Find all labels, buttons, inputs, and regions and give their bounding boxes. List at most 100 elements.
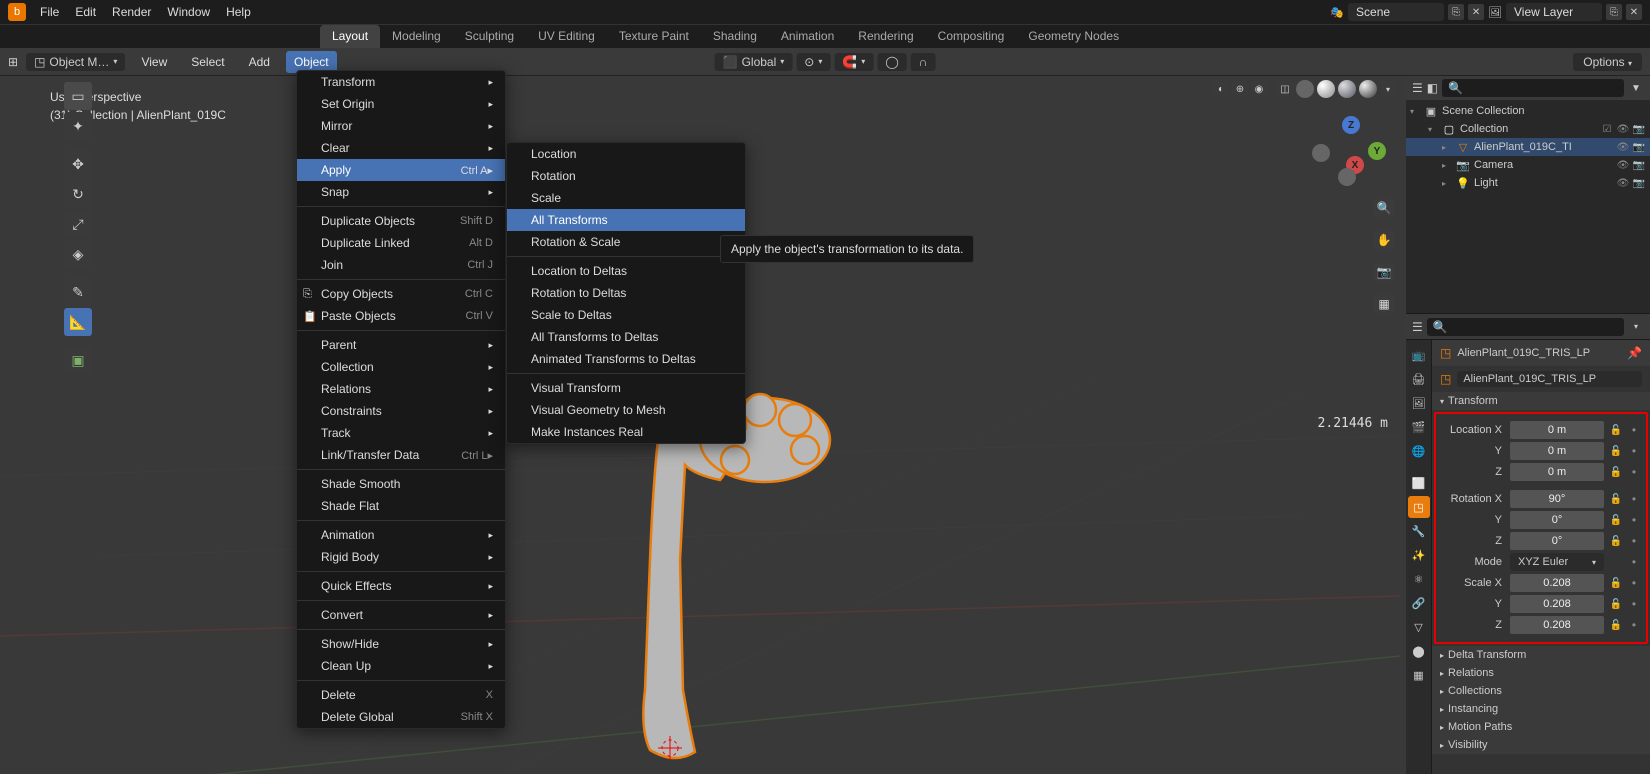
menu-item-scale[interactable]: Scale: [507, 187, 745, 209]
remove-viewlayer-button[interactable]: ✕: [1626, 4, 1642, 20]
menu-item-collection[interactable]: Collection: [297, 356, 505, 378]
menu-item-relations[interactable]: Relations: [297, 378, 505, 400]
orientation-selector[interactable]: ⬛ Global ▾: [715, 53, 793, 71]
tree-item-light[interactable]: ▸ 💡 Light 👁 📷: [1406, 174, 1650, 192]
menu-item-location[interactable]: Location: [507, 143, 745, 165]
location-y-value[interactable]: 0 m: [1510, 442, 1604, 460]
animate-icon[interactable]: •: [1628, 444, 1640, 458]
menu-item-apply[interactable]: ApplyCtrl A▸: [297, 159, 505, 181]
proportional-edit[interactable]: ◯: [877, 53, 906, 71]
lock-icon[interactable]: 🔓: [1608, 578, 1624, 589]
editor-type-icon[interactable]: ⊞: [8, 55, 18, 69]
tool-move[interactable]: ✥: [64, 150, 92, 178]
tab-physics[interactable]: ⚛: [1408, 568, 1430, 590]
tab-compositing[interactable]: Compositing: [926, 25, 1017, 48]
menu-item-parent[interactable]: Parent: [297, 334, 505, 356]
gizmo-visibility-icon[interactable]: ⊕: [1232, 81, 1248, 97]
render-icon[interactable]: 📷: [1632, 160, 1646, 171]
menu-item-paste-objects[interactable]: 📋Paste ObjectsCtrl V: [297, 305, 505, 327]
menu-render[interactable]: Render: [110, 3, 153, 21]
menu-view[interactable]: View: [133, 51, 175, 73]
perspective-toggle[interactable]: ▦: [1372, 292, 1396, 316]
menu-item-set-origin[interactable]: Set Origin: [297, 93, 505, 115]
menu-item-animation[interactable]: Animation: [297, 524, 505, 546]
tab-sculpting[interactable]: Sculpting: [453, 25, 526, 48]
pan-button[interactable]: ✋: [1372, 228, 1396, 252]
animate-icon[interactable]: •: [1628, 576, 1640, 590]
tab-data[interactable]: ▽: [1408, 616, 1430, 638]
menu-item-constraints[interactable]: Constraints: [297, 400, 505, 422]
menu-item-mirror[interactable]: Mirror: [297, 115, 505, 137]
location-z-value[interactable]: 0 m: [1510, 463, 1604, 481]
lock-icon[interactable]: 🔓: [1608, 425, 1624, 436]
menu-item-location-to-deltas[interactable]: Location to Deltas: [507, 260, 745, 282]
property-type-icon[interactable]: ☰: [1412, 320, 1423, 334]
menu-item-clean-up[interactable]: Clean Up: [297, 655, 505, 677]
visibility-icon[interactable]: 👁: [1616, 142, 1630, 153]
axis-neg-y[interactable]: [1312, 144, 1330, 162]
lock-icon[interactable]: 🔓: [1608, 446, 1624, 457]
axis-z[interactable]: Z: [1342, 116, 1360, 134]
animate-icon[interactable]: •: [1628, 534, 1640, 548]
section-relations[interactable]: Relations: [1432, 664, 1650, 682]
new-viewlayer-button[interactable]: ⎘: [1606, 4, 1622, 20]
axis-neg-z[interactable]: [1338, 168, 1356, 186]
rotation-x-value[interactable]: 90°: [1510, 490, 1604, 508]
menu-item-duplicate-objects[interactable]: Duplicate ObjectsShift D: [297, 210, 505, 232]
tab-material[interactable]: ⬤: [1408, 640, 1430, 662]
viewlayer-browse-icon[interactable]: 🖼: [1488, 6, 1502, 19]
outliner-type-icon[interactable]: ☰: [1412, 81, 1423, 95]
scene-name-field[interactable]: [1348, 3, 1444, 21]
location-x-value[interactable]: 0 m: [1510, 421, 1604, 439]
lock-icon[interactable]: 🔓: [1608, 599, 1624, 610]
scale-y-value[interactable]: 0.208: [1510, 595, 1604, 613]
outliner-display-mode-icon[interactable]: ◧: [1427, 81, 1438, 95]
axis-y[interactable]: Y: [1368, 142, 1386, 160]
menu-item-shade-smooth[interactable]: Shade Smooth: [297, 473, 505, 495]
tab-animation[interactable]: Animation: [769, 25, 846, 48]
tool-scale[interactable]: ⤢: [64, 210, 92, 238]
shading-wireframe[interactable]: [1296, 80, 1314, 98]
shading-dropdown[interactable]: ▾: [1380, 81, 1396, 97]
animate-icon[interactable]: •: [1628, 465, 1640, 479]
pin-icon[interactable]: 📌: [1627, 346, 1642, 360]
tab-modeling[interactable]: Modeling: [380, 25, 453, 48]
tab-layout[interactable]: Layout: [320, 25, 380, 48]
scene-name-input[interactable]: [1356, 5, 1436, 19]
tab-particles[interactable]: ✨: [1408, 544, 1430, 566]
expand-icon[interactable]: ▸: [1442, 179, 1452, 188]
tree-item-mesh[interactable]: ▸ ▽ AlienPlant_019C_TI 👁 📷: [1406, 138, 1650, 156]
tool-cursor[interactable]: ✦: [64, 112, 92, 140]
tab-modifiers[interactable]: 🔧: [1408, 520, 1430, 542]
rotation-y-value[interactable]: 0°: [1510, 511, 1604, 529]
expand-icon[interactable]: ▾: [1410, 107, 1420, 116]
animate-icon[interactable]: •: [1628, 513, 1640, 527]
menu-item-scale-to-deltas[interactable]: Scale to Deltas: [507, 304, 745, 326]
tab-constraints[interactable]: 🔗: [1408, 592, 1430, 614]
menu-item-snap[interactable]: Snap: [297, 181, 505, 203]
section-delta-transform[interactable]: Delta Transform: [1432, 646, 1650, 664]
section-instancing[interactable]: Instancing: [1432, 700, 1650, 718]
menu-item-animated-transforms-to-deltas[interactable]: Animated Transforms to Deltas: [507, 348, 745, 370]
tool-select-box[interactable]: ▭: [64, 82, 92, 110]
proportional-falloff[interactable]: ∩: [911, 53, 936, 71]
menu-edit[interactable]: Edit: [73, 3, 98, 21]
scene-browse-icon[interactable]: 🎭: [1330, 6, 1344, 19]
menu-add[interactable]: Add: [241, 51, 278, 73]
menu-item-all-transforms-to-deltas[interactable]: All Transforms to Deltas: [507, 326, 745, 348]
section-motion-paths[interactable]: Motion Paths: [1432, 718, 1650, 736]
menu-item-track[interactable]: Track: [297, 422, 505, 444]
animate-icon[interactable]: •: [1628, 618, 1640, 632]
animate-icon[interactable]: •: [1628, 555, 1640, 569]
tab-rendering[interactable]: Rendering: [846, 25, 925, 48]
menu-item-all-transforms[interactable]: All Transforms: [507, 209, 745, 231]
menu-item-visual-geometry-to-mesh[interactable]: Visual Geometry to Mesh: [507, 399, 745, 421]
menu-item-rigid-body[interactable]: Rigid Body: [297, 546, 505, 568]
animate-icon[interactable]: •: [1628, 492, 1640, 506]
lock-icon[interactable]: 🔓: [1608, 494, 1624, 505]
render-icon[interactable]: 📷: [1632, 142, 1646, 153]
tab-view-layer[interactable]: 🖼: [1408, 392, 1430, 414]
pivot-selector[interactable]: ⊙▾: [796, 53, 830, 71]
select-visibility-icon[interactable]: ◐: [1213, 81, 1229, 97]
rotation-z-value[interactable]: 0°: [1510, 532, 1604, 550]
